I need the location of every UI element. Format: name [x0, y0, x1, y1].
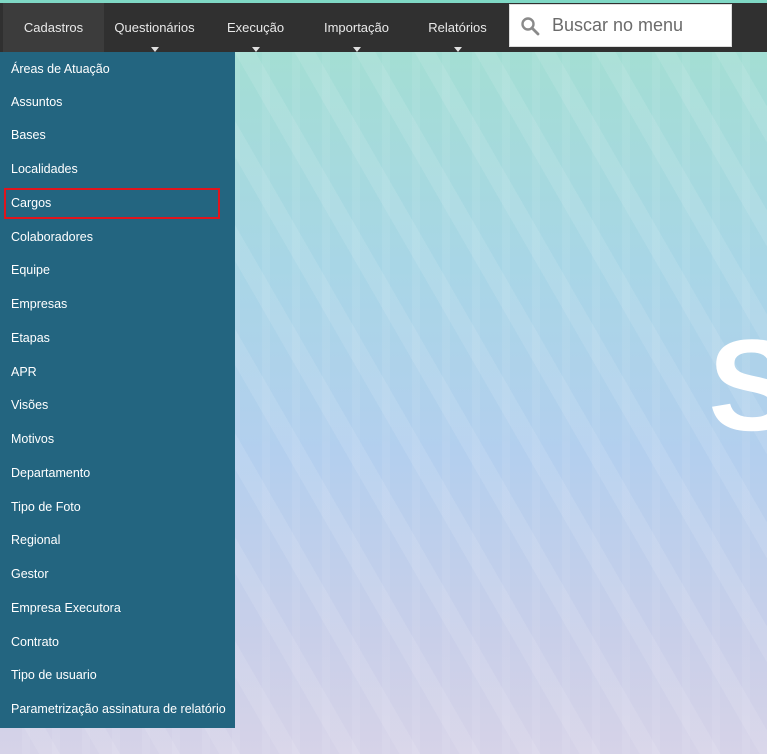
menu-item-assuntos[interactable]: Assuntos [0, 85, 235, 118]
nav-label: Relatórios [428, 20, 487, 35]
nav-item-importacao[interactable]: Importação [306, 3, 407, 52]
nav-item-relatorios[interactable]: Relatórios [407, 3, 508, 52]
caret-down-icon [251, 47, 260, 52]
menu-item-parametrizacao-assinatura[interactable]: Parametrização assinatura de relatório [0, 692, 235, 725]
cadastros-dropdown-menu: Áreas de Atuação Assuntos Bases Localida… [0, 52, 235, 728]
menu-item-localidades[interactable]: Localidades [0, 152, 235, 185]
menu-item-colaboradores[interactable]: Colaboradores [0, 220, 235, 253]
nav-label: Questionários [114, 20, 195, 35]
caret-down-icon [352, 47, 361, 52]
menu-search-box [509, 4, 732, 47]
nav-item-questionarios[interactable]: Questionários [104, 3, 205, 52]
menu-item-empresa-executora[interactable]: Empresa Executora [0, 591, 235, 624]
search-icon[interactable] [520, 16, 540, 36]
menu-item-motivos[interactable]: Motivos [0, 422, 235, 455]
highlight-box [4, 188, 220, 219]
menu-item-visoes[interactable]: Visões [0, 388, 235, 421]
nav-item-execucao[interactable]: Execução [205, 3, 306, 52]
menu-search-input[interactable] [552, 15, 722, 36]
top-navigation-bar: Cadastros Questionários Execução Importa… [0, 0, 767, 52]
menu-item-tipo-de-usuario[interactable]: Tipo de usuario [0, 658, 235, 691]
caret-down-icon [453, 47, 462, 52]
menu-item-etapas[interactable]: Etapas [0, 321, 235, 354]
banner-partial-letter: S [708, 312, 767, 458]
menu-item-equipe[interactable]: Equipe [0, 253, 235, 286]
menu-item-empresas[interactable]: Empresas [0, 287, 235, 320]
nav-label: Cadastros [23, 20, 84, 35]
menu-item-gestor[interactable]: Gestor [0, 557, 235, 590]
menu-item-departamento[interactable]: Departamento [0, 456, 235, 489]
menu-item-contrato[interactable]: Contrato [0, 625, 235, 658]
nav-label: Importação [323, 20, 390, 35]
nav-item-cadastros[interactable]: Cadastros [3, 3, 104, 52]
menu-item-areas-de-atuacao[interactable]: Áreas de Atuação [0, 52, 235, 85]
menu-item-apr[interactable]: APR [0, 355, 235, 388]
menu-item-regional[interactable]: Regional [0, 523, 235, 556]
nav-label: Execução [226, 20, 285, 35]
menu-item-tipo-de-foto[interactable]: Tipo de Foto [0, 490, 235, 523]
menu-item-bases[interactable]: Bases [0, 118, 235, 151]
